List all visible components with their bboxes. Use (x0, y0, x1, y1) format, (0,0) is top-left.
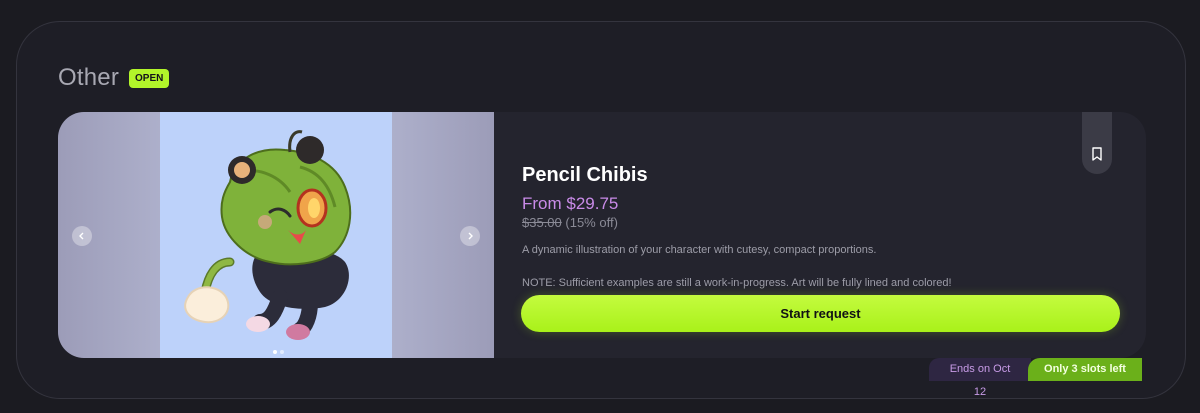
gallery-prev-button[interactable] (72, 226, 92, 246)
product-description: A dynamic illustration of your character… (522, 244, 877, 256)
gallery-pagination (273, 350, 284, 354)
chevron-left-icon (79, 232, 84, 240)
open-status-badge: OPEN (129, 69, 170, 88)
bookmark-button[interactable] (1082, 112, 1112, 174)
original-price-line: $35.00 (15% off) (522, 215, 618, 230)
slots-left-badge: Only 3 slots left (1028, 358, 1142, 381)
commission-section: Other OPEN Pencil Chibis From $29.75 $35… (16, 21, 1186, 399)
gallery-dot-2[interactable] (280, 350, 284, 354)
start-request-button[interactable]: Start request (521, 295, 1120, 332)
product-title: Pencil Chibis (522, 164, 648, 186)
bookmark-icon (1092, 147, 1102, 161)
product-image (160, 112, 392, 358)
section-title: Other (58, 64, 120, 91)
original-price: $35.00 (522, 215, 562, 230)
ends-date-badge: Ends on Oct 12 (929, 358, 1031, 398)
gallery-next-button[interactable] (460, 226, 480, 246)
gallery-dot-1[interactable] (273, 350, 277, 354)
current-price: From $29.75 (522, 194, 619, 213)
product-card: Pencil Chibis From $29.75 $35.00 (15% of… (58, 112, 1146, 358)
image-gallery (58, 112, 494, 358)
discount-label: (15% off) (565, 215, 618, 230)
chevron-right-icon (468, 232, 473, 240)
product-note: NOTE: Sufficient examples are still a wo… (522, 277, 952, 289)
chibi-illustration (184, 130, 352, 340)
